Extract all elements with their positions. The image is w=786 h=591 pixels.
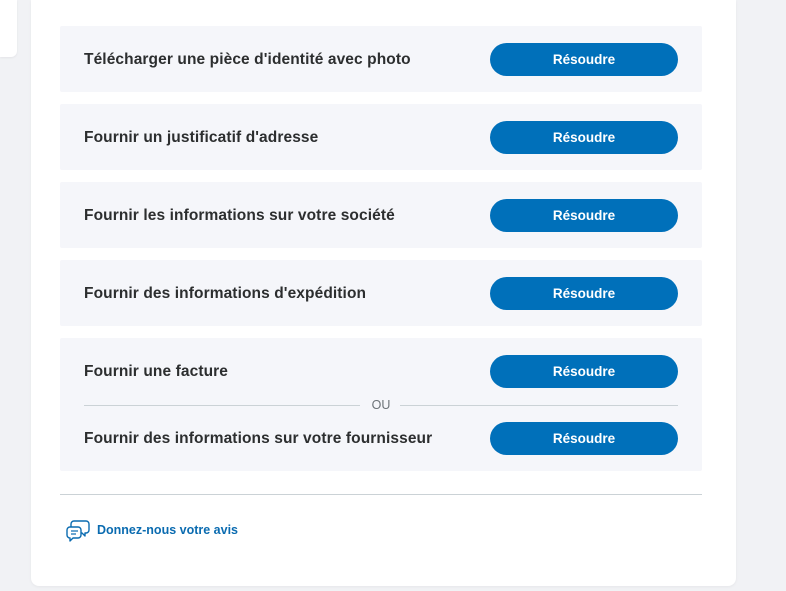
resolve-address-button[interactable]: Résoudre: [490, 121, 678, 154]
task-row-choice-group: Fournir une facture Résoudre OU Fournir …: [60, 338, 702, 471]
task-row-company: Fournir les informations sur votre socié…: [60, 182, 702, 248]
task-row-identity: Télécharger une pièce d'identité avec ph…: [60, 26, 702, 92]
footer-divider: [60, 494, 702, 495]
task-label: Fournir les informations sur votre socié…: [84, 207, 395, 224]
resolve-company-button[interactable]: Résoudre: [490, 199, 678, 232]
resolve-shipping-button[interactable]: Résoudre: [490, 277, 678, 310]
side-panel-edge: [0, 0, 17, 57]
task-label: Fournir un justificatif d'adresse: [84, 129, 319, 146]
resolve-invoice-button[interactable]: Résoudre: [490, 355, 678, 388]
task-row-address: Fournir un justificatif d'adresse Résoud…: [60, 104, 702, 170]
task-label: Fournir des informations sur votre fourn…: [84, 430, 433, 447]
or-divider: OU: [84, 398, 678, 412]
task-label: Fournir une facture: [84, 363, 228, 380]
feedback-link[interactable]: Donnez-nous votre avis: [65, 518, 238, 542]
task-label: Fournir des informations d'expédition: [84, 285, 367, 302]
divider-line: [400, 405, 678, 406]
resolve-supplier-button[interactable]: Résoudre: [490, 422, 678, 455]
task-label: Télécharger une pièce d'identité avec ph…: [84, 51, 411, 68]
action-card: Télécharger une pièce d'identité avec ph…: [31, 0, 736, 586]
task-row-shipping: Fournir des informations d'expédition Ré…: [60, 260, 702, 326]
resolve-identity-button[interactable]: Résoudre: [490, 43, 678, 76]
chat-bubbles-icon: [66, 520, 90, 542]
feedback-label: Donnez-nous votre avis: [97, 523, 238, 537]
